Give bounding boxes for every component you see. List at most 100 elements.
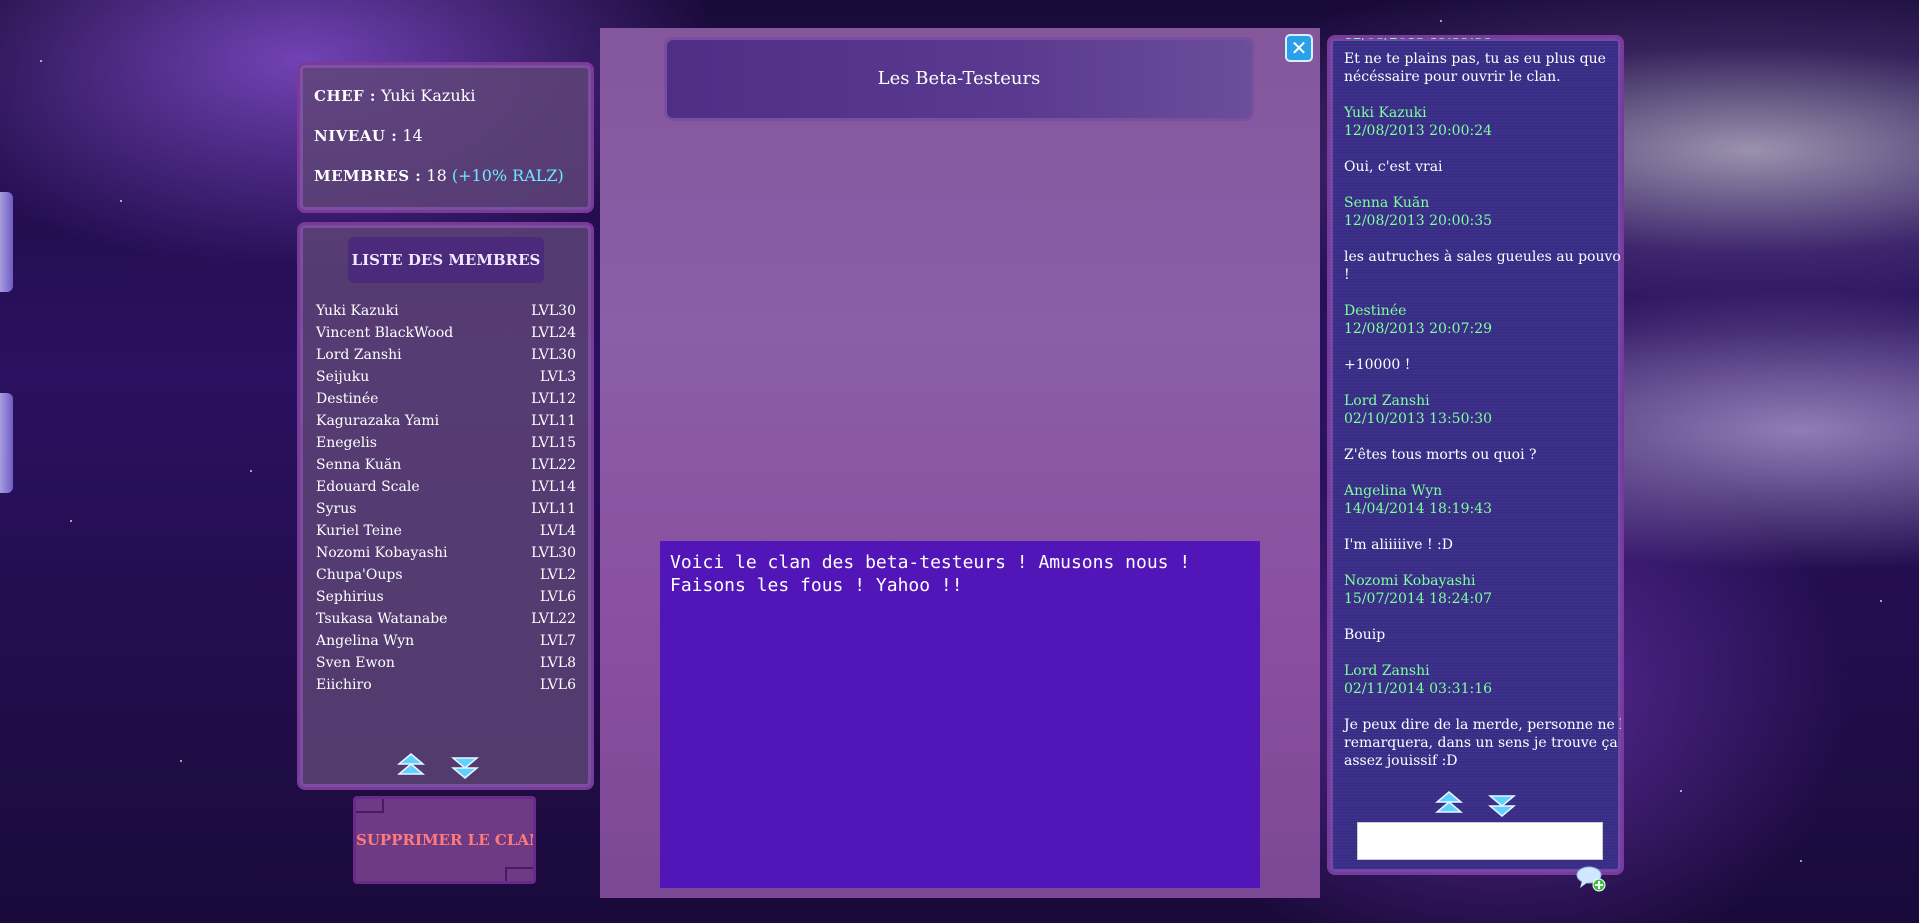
star xyxy=(1440,20,1442,22)
chat-message-author: Senna Kuăn xyxy=(1344,195,1430,211)
member-row[interactable]: Senna Kuăn LVL22 xyxy=(316,454,576,476)
member-name: Kuriel Teine xyxy=(316,523,402,539)
clan-info-panel: CHEF : Yuki Kazuki NIVEAU : 14 MEMBRES :… xyxy=(297,62,594,213)
star xyxy=(1880,600,1882,602)
chef-label: CHEF : xyxy=(314,87,376,105)
chat-message-text: I'm aliiiiive ! :D xyxy=(1344,537,1453,553)
chat-message-text: +10000 ! xyxy=(1344,357,1411,373)
member-name: Eiichiro xyxy=(316,677,372,693)
member-level: LVL14 xyxy=(531,479,576,495)
member-level: LVL11 xyxy=(531,501,576,517)
star xyxy=(250,470,252,472)
member-level: LVL30 xyxy=(531,303,576,319)
delete-clan-button[interactable]: SUPPRIMER LE CLAN xyxy=(353,796,536,884)
delete-clan-label: SUPPRIMER LE CLAN xyxy=(356,831,536,849)
members-scroll-up-button[interactable] xyxy=(396,752,426,778)
member-name: Nozomi Kobayashi xyxy=(316,545,448,561)
chat-scroll-down-button[interactable] xyxy=(1487,792,1517,818)
member-level: LVL15 xyxy=(531,435,576,451)
member-row[interactable]: Sephirius LVL6 xyxy=(316,586,576,608)
member-row[interactable]: Edouard Scale LVL14 xyxy=(316,476,576,498)
member-name: Lord Zanshi xyxy=(316,347,402,363)
niveau-value: 14 xyxy=(402,126,423,145)
chat-message-author: Lord Zanshi xyxy=(1344,393,1430,409)
member-row[interactable]: Yuki Kazuki LVL30 xyxy=(316,300,576,322)
chat-send-button[interactable] xyxy=(1576,864,1606,892)
member-level: LVL2 xyxy=(540,567,576,583)
membres-value: 18 xyxy=(426,166,447,185)
chevron-down-icon xyxy=(1487,795,1517,817)
member-name: Syrus xyxy=(316,501,357,517)
member-level: LVL24 xyxy=(531,325,576,341)
chef-line: CHEF : Yuki Kazuki xyxy=(314,83,577,109)
chat-message-date: 12/08/2013 20:00:24 xyxy=(1344,123,1493,139)
clan-description: Voici le clan des beta-testeurs ! Amuson… xyxy=(660,541,1260,888)
member-level: LVL30 xyxy=(531,347,576,363)
member-name: Sephirius xyxy=(316,589,384,605)
member-name: Kagurazaka Yami xyxy=(316,413,440,429)
member-level: LVL4 xyxy=(540,523,576,539)
member-row[interactable]: Tsukasa Watanabe LVL22 xyxy=(316,608,576,630)
member-level: LVL7 xyxy=(540,633,576,649)
chat-message-date: 12/08/2013 19:59:58 xyxy=(1344,35,1493,43)
member-row[interactable]: Eiichiro LVL6 xyxy=(316,674,576,696)
side-tab[interactable] xyxy=(0,192,13,292)
member-name: Angelina Wyn xyxy=(316,633,415,649)
chat-message-text: Je peux dire de la merde, personne ne le… xyxy=(1344,717,1624,769)
corner-decoration xyxy=(356,799,384,813)
chat-message-date: 12/08/2013 20:07:29 xyxy=(1344,321,1493,337)
chat-input[interactable] xyxy=(1357,822,1603,860)
member-name: Vincent BlackWood xyxy=(316,325,454,341)
star xyxy=(1800,860,1802,862)
member-row[interactable]: Kuriel Teine LVL4 xyxy=(316,520,576,542)
member-level: LVL22 xyxy=(531,457,576,473)
niveau-label: NIVEAU : xyxy=(314,127,398,145)
chevron-up-icon xyxy=(1434,791,1464,813)
member-level: LVL6 xyxy=(540,677,576,693)
chevron-up-icon xyxy=(396,753,426,775)
chat-message-author: Nozomi Kobayashi xyxy=(1344,573,1476,589)
chat-message-text: Et ne te plains pas, tu as eu plus que n… xyxy=(1344,51,1606,85)
close-button[interactable]: ✕ xyxy=(1287,36,1311,60)
member-name: Sven Ewon xyxy=(316,655,395,671)
member-row[interactable]: Enegelis LVL15 xyxy=(316,432,576,454)
member-level: LVL12 xyxy=(531,391,576,407)
chat-message-text: Z'êtes tous morts ou quoi ? xyxy=(1344,447,1537,463)
chat-messages[interactable]: 12/08/2013 19:59:58 Et ne te plains pas,… xyxy=(1344,35,1624,788)
membres-bonus: (+10% RALZ) xyxy=(451,166,564,185)
member-row[interactable]: Kagurazaka Yami LVL11 xyxy=(316,410,576,432)
member-level: LVL6 xyxy=(540,589,576,605)
star xyxy=(120,200,122,202)
chat-message-date: 12/08/2013 20:00:35 xyxy=(1344,213,1493,229)
member-row[interactable]: Vincent BlackWood LVL24 xyxy=(316,322,576,344)
side-tab[interactable] xyxy=(0,393,13,493)
membres-line: MEMBRES : 18 (+10% RALZ) xyxy=(314,163,577,189)
chat-panel: 12/08/2013 19:59:58 Et ne te plains pas,… xyxy=(1327,35,1624,875)
clan-title: Les Beta-Testeurs xyxy=(667,40,1251,118)
chat-message-author: Yuki Kazuki xyxy=(1344,105,1427,121)
chevron-down-icon xyxy=(450,757,480,779)
chat-scroll-up-button[interactable] xyxy=(1434,790,1464,816)
member-row[interactable]: Destinée LVL12 xyxy=(316,388,576,410)
member-row[interactable]: Angelina Wyn LVL7 xyxy=(316,630,576,652)
chat-message-author: Destinée xyxy=(1344,303,1407,319)
chef-value: Yuki Kazuki xyxy=(381,86,476,105)
chat-bubble-add-icon xyxy=(1576,866,1606,892)
member-row[interactable]: Sven Ewon LVL8 xyxy=(316,652,576,674)
member-row[interactable]: Nozomi Kobayashi LVL30 xyxy=(316,542,576,564)
member-row[interactable]: Lord Zanshi LVL30 xyxy=(316,344,576,366)
chat-message-author: Angelina Wyn xyxy=(1344,483,1443,499)
member-name: Edouard Scale xyxy=(316,479,420,495)
members-title: LISTE DES MEMBRES xyxy=(348,237,544,283)
member-row[interactable]: Syrus LVL11 xyxy=(316,498,576,520)
chat-message-date: 14/04/2014 18:19:43 xyxy=(1344,501,1493,517)
membres-label: MEMBRES : xyxy=(314,167,422,185)
members-scroll-down-button[interactable] xyxy=(450,754,480,780)
member-row[interactable]: Seijuku LVL3 xyxy=(316,366,576,388)
chat-message-date: 02/11/2014 03:31:16 xyxy=(1344,681,1493,697)
niveau-line: NIVEAU : 14 xyxy=(314,123,577,149)
member-row[interactable]: Chupa'Oups LVL2 xyxy=(316,564,576,586)
member-level: LVL8 xyxy=(540,655,576,671)
star xyxy=(70,520,72,522)
member-level: LVL30 xyxy=(531,545,576,561)
